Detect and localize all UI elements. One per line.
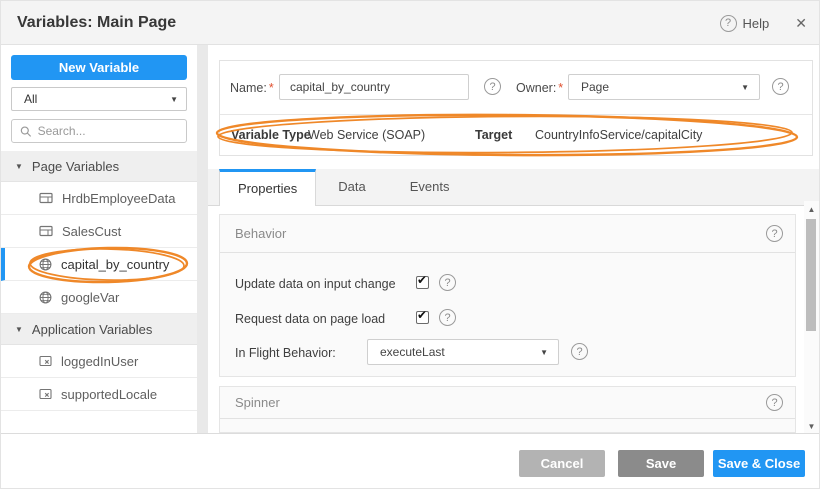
- spinner-title: Spinner: [235, 395, 280, 410]
- name-field[interactable]: [279, 74, 469, 100]
- header-actions: ? Help ✕: [720, 1, 807, 45]
- behavior-section: Behavior ? Update data on input change ✔…: [219, 214, 796, 377]
- spinner-help-icon[interactable]: ?: [766, 394, 783, 411]
- target-label: Target: [475, 128, 512, 142]
- dialog-header: Variables: Main Page ? Help ✕: [1, 1, 820, 45]
- chevron-down-icon: ▼: [540, 348, 548, 357]
- behavior-header: Behavior ?: [220, 215, 795, 253]
- collapse-triangle-icon: ▼: [15, 325, 23, 334]
- owner-help-icon[interactable]: ?: [772, 78, 789, 95]
- tab-events[interactable]: Events: [388, 169, 472, 205]
- spinner-section: Spinner ?: [219, 386, 796, 433]
- sidebar-item-capital-by-country[interactable]: capital_by_country: [1, 248, 197, 281]
- service-variable-icon: [39, 225, 53, 237]
- update-data-checkbox[interactable]: ✔: [416, 276, 429, 289]
- variables-sidebar: New Variable All ▼ ▼ Page Variables: [1, 45, 197, 433]
- close-icon[interactable]: ✕: [795, 15, 807, 32]
- request-data-label: Request data on page load: [235, 312, 385, 326]
- variable-type-value: Web Service (SOAP): [308, 128, 425, 142]
- variables-dialog: Variables: Main Page ? Help ✕ New Variab…: [0, 0, 820, 489]
- variable-summary-box: Name:* ? Owner:* Page ▼ ? Variable Type …: [219, 60, 813, 156]
- variable-filter-value: All: [24, 92, 37, 106]
- list-item-label: SalesCust: [62, 224, 121, 239]
- request-data-help-icon[interactable]: ?: [439, 309, 456, 326]
- tab-properties[interactable]: Properties: [219, 169, 316, 206]
- name-help-icon[interactable]: ?: [484, 78, 501, 95]
- checkmark-icon: ✔: [417, 273, 427, 287]
- page-title: Variables: Main Page: [17, 14, 176, 32]
- service-variable-icon: [39, 192, 53, 204]
- behavior-title: Behavior: [235, 226, 286, 241]
- list-item-label: capital_by_country: [61, 257, 169, 272]
- help-icon[interactable]: ?: [720, 15, 737, 32]
- form-separator: [220, 114, 812, 115]
- panel-divider: [197, 45, 208, 433]
- search-input[interactable]: [38, 124, 178, 138]
- list-item-label: supportedLocale: [61, 387, 157, 402]
- tab-data[interactable]: Data: [316, 169, 387, 205]
- owner-select[interactable]: Page ▼: [568, 74, 760, 100]
- sidebar-item-supportedlocale[interactable]: supportedLocale: [1, 378, 197, 411]
- save-button[interactable]: Save: [618, 450, 704, 477]
- section-page-variables[interactable]: ▼ Page Variables: [1, 151, 197, 182]
- search-box: [11, 119, 187, 143]
- dialog-footer: Cancel Save Save & Close: [1, 433, 820, 489]
- owner-value: Page: [581, 80, 609, 94]
- in-flight-behavior-select[interactable]: executeLast ▼: [367, 339, 559, 365]
- in-flight-help-icon[interactable]: ?: [571, 343, 588, 360]
- model-variable-icon: [39, 388, 52, 400]
- behavior-help-icon[interactable]: ?: [766, 225, 783, 242]
- owner-label: Owner:*: [516, 81, 563, 95]
- editor-tabs: Properties Data Events: [208, 169, 820, 206]
- chevron-down-icon: ▼: [170, 95, 178, 104]
- sidebar-item-loggedinuser[interactable]: loggedInUser: [1, 345, 197, 378]
- name-label: Name:*: [230, 81, 274, 95]
- variable-type-label: Variable Type: [231, 128, 311, 142]
- list-item-label: loggedInUser: [61, 354, 138, 369]
- in-flight-behavior-label: In Flight Behavior:: [235, 346, 336, 360]
- update-data-label: Update data on input change: [235, 277, 396, 291]
- scroll-down-icon[interactable]: ▼: [804, 422, 819, 431]
- new-variable-button[interactable]: New Variable: [11, 55, 187, 80]
- required-marker: *: [558, 81, 563, 95]
- variable-filter-select[interactable]: All ▼: [11, 87, 187, 111]
- in-flight-behavior-value: executeLast: [380, 345, 445, 359]
- update-data-help-icon[interactable]: ?: [439, 274, 456, 291]
- search-icon: [20, 125, 32, 138]
- section-label: Application Variables: [32, 322, 152, 337]
- sidebar-item-salescust[interactable]: SalesCust: [1, 215, 197, 248]
- web-service-variable-icon: [39, 291, 52, 304]
- model-variable-icon: [39, 355, 52, 367]
- sidebar-item-googlevar[interactable]: googleVar: [1, 281, 197, 314]
- request-data-checkbox[interactable]: ✔: [416, 311, 429, 324]
- list-item-label: HrdbEmployeeData: [62, 191, 175, 206]
- target-value: CountryInfoService/capitalCity: [535, 128, 702, 142]
- section-label: Page Variables: [32, 159, 119, 174]
- spinner-header: Spinner ?: [220, 387, 795, 419]
- properties-scrollbar[interactable]: ▲ ▼: [804, 201, 819, 433]
- variables-list: ▼ Page Variables HrdbEmployeeData SalesC…: [1, 151, 197, 411]
- help-link[interactable]: Help: [743, 16, 770, 31]
- list-item-label: googleVar: [61, 290, 119, 305]
- web-service-variable-icon: [39, 258, 52, 271]
- section-application-variables[interactable]: ▼ Application Variables: [1, 314, 197, 345]
- required-marker: *: [269, 81, 274, 95]
- chevron-down-icon: ▼: [741, 83, 749, 92]
- cancel-button[interactable]: Cancel: [519, 450, 605, 477]
- checkmark-icon: ✔: [417, 308, 427, 322]
- variable-editor: Name:* ? Owner:* Page ▼ ? Variable Type …: [208, 45, 820, 433]
- scrollbar-thumb[interactable]: [806, 219, 816, 331]
- sidebar-item-hrdbemployeedata[interactable]: HrdbEmployeeData: [1, 182, 197, 215]
- collapse-triangle-icon: ▼: [15, 162, 23, 171]
- scroll-up-icon[interactable]: ▲: [804, 205, 819, 214]
- save-and-close-button[interactable]: Save & Close: [713, 450, 805, 477]
